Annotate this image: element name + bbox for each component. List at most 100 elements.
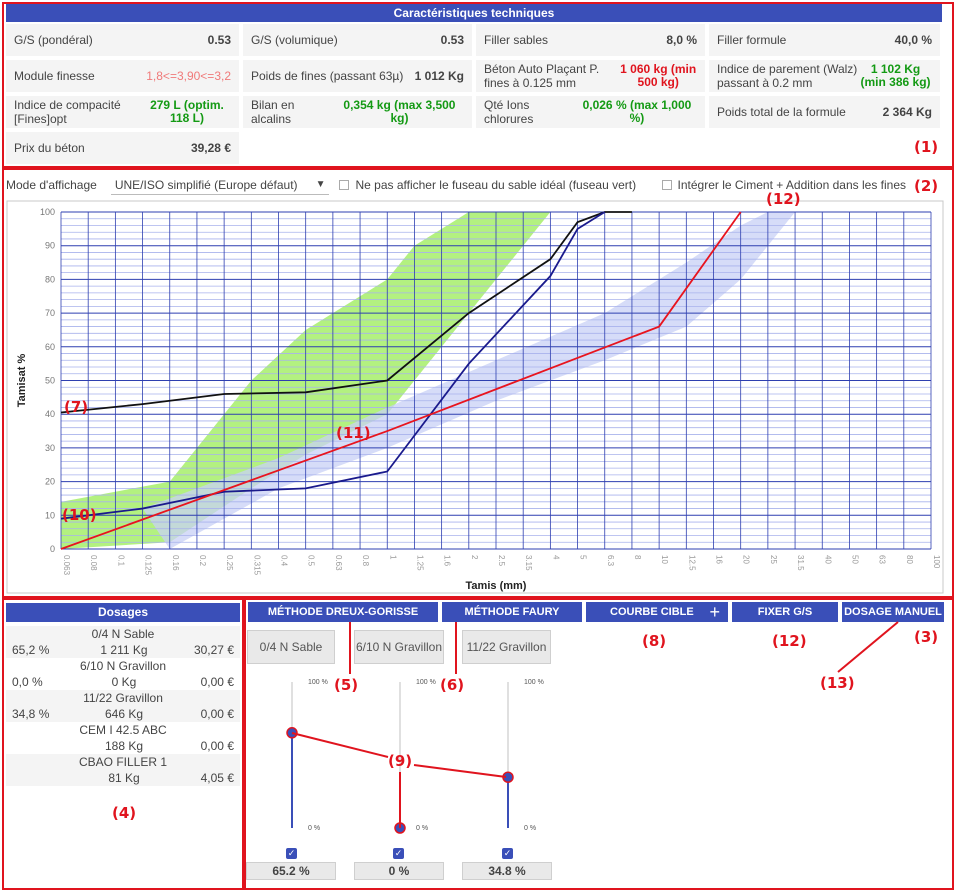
dosage-pct [12,738,74,754]
y-tick-label: 0 [50,544,55,554]
y-tick-label: 30 [45,443,55,453]
spec-value: 1 060 kg (min 500 kg) [620,62,697,89]
pct-sable[interactable]: 65.2 % [246,862,336,880]
x-tick-label: 0.08 [89,555,98,571]
spec-value: 39,28 € [190,140,231,155]
callout-6: (6) [440,676,465,694]
spec-value: 8,0 % [666,32,697,47]
callout-1: (1) [914,138,939,156]
x-tick-label: 31.5 [796,555,805,571]
faury-button[interactable]: MÉTHODE FAURY [442,602,582,622]
x-tick-label: 6.3 [606,555,615,567]
x-tick-label: 0.5 [307,555,316,567]
slider-min-label: 0 % [308,825,320,832]
x-tick-label: 2.5 [497,555,506,567]
hide-fuseau-option[interactable]: Ne pas afficher le fuseau du sable idéal… [339,178,636,192]
dosage-item: CBAO FILLER 1 81 Kg 4,05 € [6,754,240,786]
hide-fuseau-checkbox[interactable] [339,180,350,190]
integrate-checkbox[interactable] [661,180,672,190]
hide-fuseau-label: Ne pas afficher le fuseau du sable idéal… [355,178,637,192]
x-tick-label: 2 [470,555,479,560]
fixer-gs-button[interactable]: FIXER G/S [732,602,838,622]
x-tick-label: 20 [742,555,751,564]
spec-cell: Qté Ions chlorures 0,026 % (max 1,000 %) [476,96,705,128]
callout-11: (11) [336,424,371,442]
callout-8: (8) [642,632,667,650]
x-tick-label: 0.2 [198,555,207,567]
slider-min-label: 0 % [524,825,536,832]
spec-value: 0,354 kg (max 3,500 kg) [343,98,456,125]
callout-12a: (12) [766,190,801,208]
dosage-price: 0,00 € [200,675,234,689]
check-sable[interactable]: ✓ [286,848,297,859]
slider-thumb[interactable] [286,727,298,739]
slider-thumb[interactable] [394,822,406,834]
dosage-qty: 646 Kg [104,707,144,721]
mode-select[interactable]: UNE/ISO simplifié (Europe défaut) ▼ [110,176,330,195]
spec-cell: Prix du béton 39,28 € [6,132,239,164]
spec-cell: Béton Auto Plaçant P. fines à 0.125 mm 1 … [476,60,705,92]
spec-label: Module finesse [14,69,95,83]
spec-value: 40,0 % [894,32,932,47]
courbe-cible-button[interactable]: COURBE CIBLE + [586,602,728,622]
dosage-pct: 0,0 % [12,675,43,689]
spec-label: Indice de parement (Walz) passant à 0.2 … [717,62,858,90]
slider-min-label: 0 % [416,825,428,832]
x-tick-label: 1.25 [415,555,424,571]
spec-value: 0,026 % (max 1,000 %) [582,98,692,125]
spec-label: Poids de fines (passant 63µ) [251,69,404,83]
dosage-pct [12,770,74,786]
callout-13: (13) [820,674,855,692]
material-button-sable[interactable]: 0/4 N Sable [247,630,335,664]
spec-label: Poids total de la formule [717,105,846,119]
plus-icon[interactable]: + [709,602,720,622]
x-tick-label: 0.25 [225,555,234,571]
callout-2: (2) [914,177,939,195]
dosage-qty: 81 Kg [108,771,140,785]
slider-thumb[interactable] [502,771,514,783]
x-tick-label: 0.8 [361,555,370,567]
material-button-gravillon-11-22[interactable]: 11/22 Gravillon [462,630,551,664]
dosage-qty: 188 Kg [104,739,144,753]
y-tick-label: 50 [45,376,55,386]
pct-gravillon-6-10[interactable]: 0 % [354,862,444,880]
callout-5: (5) [334,676,359,694]
dosage-item: CEM I 42.5 ABC 188 Kg 0,00 € [6,722,240,754]
callout-7: (7) [64,398,89,416]
spec-label: Béton Auto Plaçant P. fines à 0.125 mm [484,62,600,90]
pct-gravillon-11-22[interactable]: 34.8 % [462,862,552,880]
spec-cell: Module finesse 1,8<=3,90<=3,2 [6,60,239,92]
dosage-manuel-button[interactable]: DOSAGE MANUEL [842,602,944,622]
x-tick-label: 25 [769,555,778,564]
chart-controls: Mode d'affichage UNE/ISO simplifié (Euro… [6,174,946,196]
spec-label: Filler sables [484,33,549,47]
slider-max-label: 100 % [524,679,544,686]
check-gravillon-11-22[interactable]: ✓ [502,848,513,859]
spec-label: G/S (volumique) [251,33,338,47]
x-tick-label: 16 [715,555,724,564]
x-tick-label: 0.063 [62,555,71,576]
check-gravillon-6-10[interactable]: ✓ [393,848,404,859]
x-tick-label: 12.5 [687,555,696,571]
spec-value: 0.53 [207,32,231,47]
spec-value: 2 364 Kg [882,104,932,119]
x-tick-label: 63 [878,555,887,564]
dosage-price: 4,05 € [200,771,234,785]
dreux-gorisse-button[interactable]: MÉTHODE DREUX-GORISSE [248,602,438,622]
x-tick-label: 8 [633,555,642,560]
material-button-gravillon-6-10[interactable]: 6/10 N Gravillon [354,630,444,664]
y-tick-label: 70 [45,308,55,318]
x-tick-label: 1 [388,555,397,560]
dosages-title: Dosages [6,603,240,622]
dosage-price: 30,27 € [193,643,234,657]
spec-value: 0.53 [440,32,464,47]
chevron-down-icon: ▼ [315,179,326,190]
mode-label: Mode d'affichage [6,178,97,192]
y-tick-label: 100 [40,207,55,217]
dosage-qty: 0 Kg [111,675,137,689]
specs-panel: Caractéristiques techniques [6,4,942,22]
spec-cell: G/S (pondéral) 0.53 [6,24,239,56]
spec-label: Qté Ions chlorures [484,98,534,126]
mode-value: UNE/ISO simplifié (Europe défaut) [114,177,298,192]
dosage-name: 6/10 N Gravillon [79,659,167,673]
